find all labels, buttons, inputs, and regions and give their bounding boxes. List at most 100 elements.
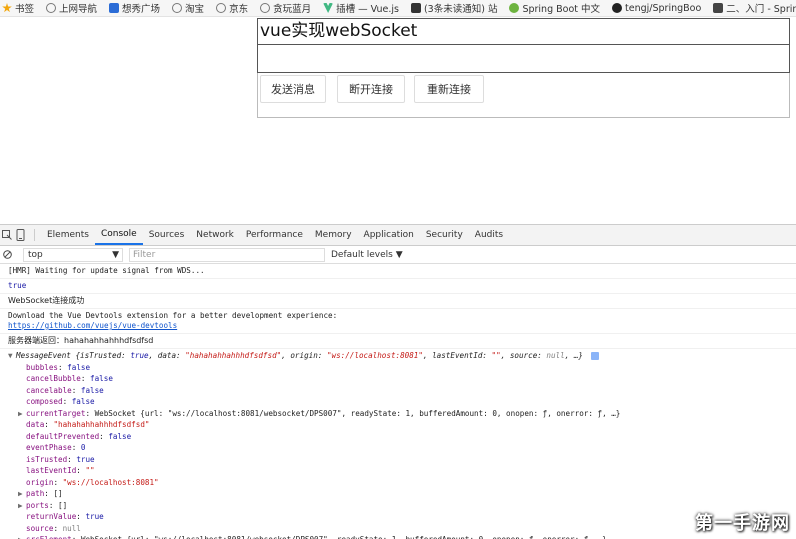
devtools-link[interactable]: https://github.com/vuejs/vue-devtools	[8, 321, 788, 331]
message-input[interactable]	[257, 44, 790, 73]
property-key: data	[26, 420, 45, 429]
property-colon: :	[48, 500, 59, 510]
property-key: bubbles	[26, 362, 59, 372]
context-select[interactable]: top ▼	[23, 247, 123, 262]
tab-elements[interactable]: Elements	[41, 225, 95, 245]
property-key: defaultPrevented	[26, 431, 100, 441]
levels-label: Default levels ▼	[331, 249, 403, 260]
globe-icon	[260, 3, 271, 13]
expand-triangle-icon[interactable]: ▶	[18, 500, 26, 512]
log-levels-select[interactable]: Default levels ▼	[331, 250, 403, 260]
tab-audits[interactable]: Audits	[469, 225, 509, 245]
send-message-button[interactable]: 发送消息	[260, 75, 326, 103]
tab-performance[interactable]: Performance	[240, 225, 309, 245]
tab-memory[interactable]: Memory	[309, 225, 358, 245]
bookmark-label: Spring Boot 中文	[522, 4, 601, 15]
property-value: ""	[85, 466, 95, 475]
property-key: cancelBubble	[26, 374, 81, 383]
property-value: false	[90, 374, 113, 383]
property-colon: :	[71, 385, 81, 395]
bookmark-item[interactable]: (3条未读通知) 站	[405, 0, 503, 16]
property-key: lastEventId	[26, 466, 77, 475]
console-filter-bar: top ▼ Filter Default levels ▼	[0, 246, 796, 264]
disconnect-button[interactable]: 断开连接	[337, 75, 405, 103]
summary-source-key: , source:	[500, 351, 547, 360]
reconnect-button[interactable]: 重新连接	[414, 75, 484, 103]
bookmark-item[interactable]: 书签	[0, 0, 40, 16]
property-colon: :	[72, 535, 81, 539]
bookmark-label: tengj/SpringBoo	[625, 2, 702, 14]
tab-security[interactable]: Security	[420, 225, 469, 245]
expand-triangle-icon[interactable]: ▼	[8, 350, 16, 362]
tab-network[interactable]: Network	[190, 225, 240, 245]
bookmark-item[interactable]: 想秀广场	[103, 0, 166, 16]
device-toolbar-icon[interactable]	[14, 225, 28, 245]
bookmark-label: 京东	[229, 4, 249, 15]
bookmark-label: 贪玩蓝月	[273, 4, 312, 15]
clear-console-icon[interactable]	[0, 250, 14, 259]
bookmark-item[interactable]: tengj/SpringBoo	[606, 0, 707, 16]
bookmark-item[interactable]: 二、入门 - Spring	[707, 0, 796, 16]
expand-triangle-icon[interactable]: ▶	[18, 534, 26, 539]
event-property-row: lastEventId: ""	[8, 465, 788, 477]
event-property-row: eventPhase: 0	[8, 442, 788, 454]
globe-icon	[172, 3, 183, 13]
bookmark-item[interactable]: 插槽 — Vue.js	[317, 0, 405, 16]
inspect-element-icon[interactable]	[0, 225, 14, 245]
spring-icon	[509, 3, 520, 13]
property-value: false	[108, 431, 132, 441]
bookmark-label: 淘宝	[185, 4, 205, 15]
message-event-summary[interactable]: ▼ MessageEvent {isTrusted: true, data: "h…	[8, 350, 788, 362]
summary-origin-key: , origin:	[281, 351, 327, 360]
bookmark-label: 想秀广场	[122, 4, 161, 15]
tab-console[interactable]: Console	[94, 225, 143, 245]
console-line-ws-success: WebSocket连接成功	[0, 294, 796, 309]
console-line-hmr: [HMR] Waiting for update signal from WDS…	[0, 264, 796, 279]
event-property-row: origin: "ws://localhost:8081"	[8, 477, 788, 489]
globe-icon	[46, 3, 57, 13]
event-property-row[interactable]: ▶ path: []	[8, 488, 788, 500]
property-key: returnValue	[26, 512, 77, 521]
event-property-row: bubbles: false	[8, 362, 788, 374]
property-colon: :	[71, 443, 81, 452]
property-value: false	[71, 397, 95, 406]
event-property-row: cancelable: false	[8, 385, 788, 397]
tab-sources[interactable]: Sources	[143, 225, 191, 245]
summary-data: "hahahahhahhhdfsdfsd"	[185, 351, 282, 360]
property-key: eventPhase	[26, 443, 72, 452]
expand-triangle-icon[interactable]: ▶	[18, 488, 26, 500]
property-colon: :	[85, 408, 95, 418]
globe-icon	[216, 3, 227, 13]
info-icon[interactable]	[590, 352, 599, 360]
summary-suffix: , …}	[564, 351, 583, 360]
devtools-tab-list: Elements Console Sources Network Performance…	[41, 225, 509, 245]
expand-triangle-icon[interactable]: ▶	[18, 408, 26, 420]
event-property-row[interactable]: ▶ currentTarget: WebSocket {url: "ws://lo…	[8, 408, 788, 420]
summary-trusted: true	[130, 351, 149, 360]
event-property-row[interactable]: ▶srcElement: WebSocket {url: "ws://local…	[8, 534, 788, 539]
bookmark-item[interactable]: 京东	[210, 0, 254, 16]
star-icon	[2, 3, 12, 13]
bookmark-label: (3条未读通知) 站	[423, 4, 498, 15]
property-colon: :	[53, 523, 63, 533]
property-key: srcElement	[26, 535, 72, 539]
console-line-devtools: Download the Vue Devtools extension for …	[0, 309, 796, 334]
event-property-row: data: "hahahahhahhhdfsdfsd"	[8, 419, 788, 431]
property-value: "ws://localhost:8081"	[62, 477, 159, 487]
property-key: currentTarget	[26, 408, 86, 418]
bookmark-item[interactable]: Spring Boot 中文	[503, 0, 606, 16]
tab-application[interactable]: Application	[358, 225, 420, 245]
event-property-row: composed: false	[8, 396, 788, 408]
property-value: 0	[80, 443, 86, 452]
property-key: composed	[26, 397, 63, 406]
bookmark-item[interactable]: 上网导航	[40, 0, 103, 16]
gear-icon	[109, 3, 120, 13]
bookmarks-bar: 书签 上网导航 想秀广场 淘宝 京东 贪玩蓝月 插槽 — Vue.js (3条未读通知) 站 S…	[0, 0, 796, 17]
github-icon	[612, 3, 623, 13]
property-value: "hahahahhahhhdfsdfsd"	[53, 420, 150, 429]
filter-placeholder: Filter	[133, 249, 156, 260]
bookmark-item[interactable]: 贪玩蓝月	[254, 0, 317, 16]
event-property-row[interactable]: ▶ ports: []	[8, 500, 788, 512]
console-filter-input[interactable]: Filter	[129, 247, 325, 262]
bookmark-item[interactable]: 淘宝	[166, 0, 210, 16]
